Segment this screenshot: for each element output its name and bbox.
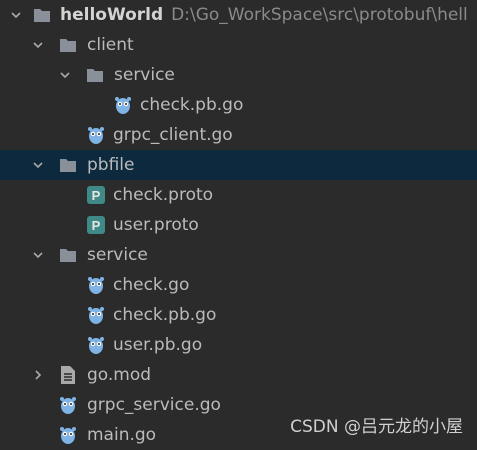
tree-item-label: grpc_service.go: [87, 395, 221, 415]
root-path: D:\Go_WorkSpace\src\protobuf\hell: [171, 5, 468, 25]
tree-item-label: check.go: [113, 275, 190, 295]
tree-row-file[interactable]: grpc_client.go: [0, 120, 477, 150]
tree-row-file[interactable]: user.pb.go: [0, 330, 477, 360]
tree-row-pbfile[interactable]: pbfile: [0, 150, 477, 180]
svg-text:P: P: [92, 218, 101, 233]
folder-icon: [32, 5, 52, 25]
tree-item-label: user.pb.go: [113, 335, 203, 355]
gopher-icon: [58, 395, 78, 415]
tree-row-client-service[interactable]: service: [0, 60, 477, 90]
file-text-icon: [58, 365, 78, 385]
gopher-icon: [86, 335, 106, 355]
chevron-down-icon[interactable]: [30, 247, 46, 263]
root-name: helloWorld: [60, 5, 164, 25]
watermark: CSDN @吕元龙的小屋: [290, 417, 463, 437]
tree-row-root[interactable]: helloWorld D:\Go_WorkSpace\src\protobuf\h…: [0, 0, 477, 30]
tree-row-go-mod[interactable]: go.mod: [0, 360, 477, 390]
chevron-down-icon[interactable]: [30, 37, 46, 53]
tree-item-label: check.proto: [113, 185, 214, 205]
chevron-down-icon[interactable]: [30, 157, 46, 173]
tree-item-label: grpc_client.go: [113, 125, 233, 145]
tree-item-label: service: [114, 65, 175, 85]
folder-icon: [58, 155, 78, 175]
svg-text:P: P: [92, 188, 101, 203]
gopher-icon: [86, 305, 106, 325]
tree-item-label: go.mod: [87, 365, 152, 385]
tree-row-service[interactable]: service: [0, 240, 477, 270]
gopher-icon: [86, 125, 106, 145]
chevron-down-icon[interactable]: [8, 7, 24, 23]
folder-icon: [58, 35, 78, 55]
chevron-down-icon[interactable]: [57, 67, 73, 83]
tree-item-label: service: [87, 245, 148, 265]
folder-icon: [85, 65, 105, 85]
tree-item-label: client: [87, 35, 134, 55]
gopher-icon: [86, 275, 106, 295]
tree-row-file[interactable]: check.pb.go: [0, 300, 477, 330]
project-tree: helloWorld D:\Go_WorkSpace\src\protobuf\h…: [0, 0, 477, 450]
tree-row-client[interactable]: client: [0, 30, 477, 60]
tree-item-label: main.go: [87, 425, 157, 445]
tree-item-label: check.pb.go: [113, 305, 217, 325]
tree-item-label: user.proto: [113, 215, 199, 235]
proto-file-icon: P: [86, 215, 106, 235]
root-label: helloWorld D:\Go_WorkSpace\src\protobuf\h…: [60, 5, 468, 25]
gopher-icon: [113, 95, 133, 115]
tree-row-file[interactable]: P user.proto: [0, 210, 477, 240]
tree-row-file[interactable]: P check.proto: [0, 180, 477, 210]
tree-row-file[interactable]: check.pb.go: [0, 90, 477, 120]
folder-icon: [58, 245, 78, 265]
proto-file-icon: P: [86, 185, 106, 205]
tree-item-label: pbfile: [87, 155, 135, 175]
gopher-icon: [58, 425, 78, 445]
tree-row-file[interactable]: check.go: [0, 270, 477, 300]
chevron-right-icon[interactable]: [30, 367, 46, 383]
tree-item-label: check.pb.go: [140, 95, 244, 115]
